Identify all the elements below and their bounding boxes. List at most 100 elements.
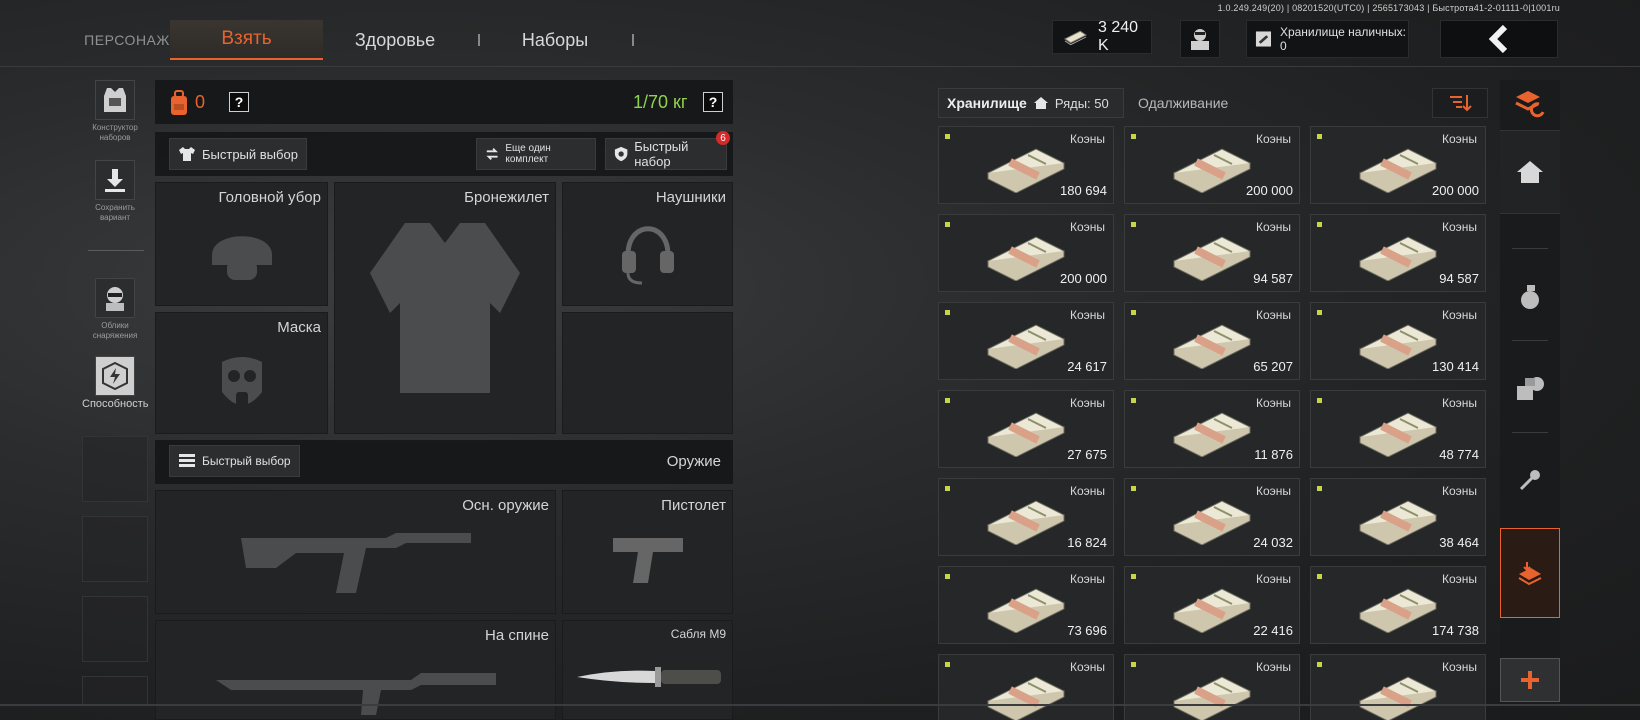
category-home[interactable]: [1500, 130, 1560, 214]
storage-item[interactable]: Коэны 38 464: [1310, 478, 1486, 556]
cash-bundle-icon: [986, 676, 1066, 720]
quick-select-button[interactable]: Быстрый выбор: [169, 138, 307, 170]
tab-take[interactable]: Взять: [170, 20, 323, 60]
storage-item[interactable]: Коэны: [1124, 654, 1300, 720]
empty-slot[interactable]: [82, 596, 148, 662]
tab-separator: [632, 34, 634, 46]
slot-pistol[interactable]: Пистолет: [562, 490, 733, 614]
storage-item[interactable]: Коэны 174 738: [1310, 566, 1486, 644]
storage-item[interactable]: Коэны 180 694: [938, 126, 1114, 204]
storage-item[interactable]: Коэны 200 000: [1124, 126, 1300, 204]
shirt-icon: [179, 147, 195, 161]
add-category-button[interactable]: [1500, 658, 1560, 702]
storage-item[interactable]: Коэны 200 000: [938, 214, 1114, 292]
quick-set-badge: 6: [716, 131, 730, 145]
save-variant-tool[interactable]: Сохранить вариант: [82, 160, 148, 223]
sort-button[interactable]: [1432, 88, 1488, 118]
storage-item[interactable]: Коэны 94 587: [1124, 214, 1300, 292]
operator-icon: [1191, 29, 1209, 50]
empty-slot[interactable]: [82, 676, 148, 706]
empty-slot[interactable]: [82, 516, 148, 582]
help-button[interactable]: ?: [229, 92, 249, 112]
cash-storage-label: Хранилище наличных: 0: [1279, 25, 1406, 53]
item-name: Коэны: [1441, 572, 1477, 586]
slot-back-label: На спине: [485, 627, 549, 644]
weight-help-button[interactable]: ?: [703, 92, 723, 112]
weapons-toolbar: Быстрый выбор Оружие: [155, 440, 733, 484]
tab-health[interactable]: Здоровье: [345, 20, 445, 60]
storage-item[interactable]: Коэны 130 414: [1310, 302, 1486, 380]
armor-toolbar: Быстрый выбор Еще один комплект Быстрый …: [155, 131, 733, 176]
slot-headwear[interactable]: Головной убор: [155, 182, 328, 306]
money-amount: 3 240 K: [1097, 19, 1139, 54]
quick-set-button[interactable]: Быстрый набор 6: [605, 131, 730, 170]
storage-item[interactable]: Коэны 16 824: [938, 478, 1114, 556]
storage-item[interactable]: Коэны 48 774: [1310, 390, 1486, 468]
category-keys[interactable]: [1500, 452, 1560, 508]
storage-item[interactable]: Коэны 94 587: [1310, 214, 1486, 292]
empty-slot[interactable]: [82, 436, 148, 502]
item-status-dot: [1131, 398, 1136, 403]
wallet-icon: [1255, 31, 1272, 47]
slot-mask[interactable]: Маска: [155, 312, 328, 434]
item-name: Коэны: [1255, 132, 1291, 146]
storage-item[interactable]: Коэны 24 617: [938, 302, 1114, 380]
storage-item[interactable]: Коэны: [1310, 654, 1486, 720]
weapon-quick-select-button[interactable]: Быстрый выбор: [169, 445, 300, 477]
item-name: Коэны: [1069, 308, 1105, 322]
game-screen: 1.0.249.249(20) | 08201520(UTC0) | 25651…: [0, 0, 1640, 720]
slot-headwear-label: Головной убор: [218, 189, 321, 206]
save-variant-label: Сохранить вариант: [95, 203, 135, 222]
loadout-header: 0 ? 1/70 кг ?: [155, 80, 733, 124]
item-name: Коэны: [1255, 572, 1291, 586]
item-name: Коэны: [1441, 484, 1477, 498]
set-builder-tool[interactable]: Конструктор наборов: [82, 80, 148, 143]
tab-sets[interactable]: Наборы: [515, 20, 595, 60]
cash-bundle-icon: [986, 324, 1066, 369]
storage-item[interactable]: Коэны: [938, 654, 1114, 720]
slot-armor[interactable]: Бронежилет: [334, 182, 556, 434]
category-grenades[interactable]: [1500, 268, 1560, 324]
storage-item[interactable]: Коэны 24 032: [1124, 478, 1300, 556]
weapon-quick-select-label: Быстрый выбор: [202, 454, 291, 468]
slot-armor-label: Бронежилет: [464, 189, 549, 206]
download-icon: [95, 160, 135, 200]
rifle-icon: [215, 672, 496, 715]
item-name: Коэны: [1069, 220, 1105, 234]
tab-borrow[interactable]: Одалживание: [1130, 88, 1250, 118]
ability-tool[interactable]: Способность: [82, 356, 149, 410]
storage-item[interactable]: Коэны 200 000: [1310, 126, 1486, 204]
storage-item[interactable]: Коэны 73 696: [938, 566, 1114, 644]
slot-empty-extra[interactable]: [562, 312, 733, 434]
category-separator: [1512, 248, 1548, 249]
storage-item[interactable]: Коэны 65 207: [1124, 302, 1300, 380]
another-set-button[interactable]: Еще один комплект: [476, 138, 596, 170]
category-all[interactable]: [1500, 80, 1560, 126]
slot-headphones[interactable]: Наушники: [562, 182, 733, 306]
item-status-dot: [1131, 222, 1136, 227]
money-display[interactable]: 3 240 K: [1052, 19, 1152, 54]
item-amount: 130 414: [1432, 359, 1479, 374]
item-amount: 38 464: [1439, 535, 1479, 550]
cash-storage-button[interactable]: Хранилище наличных: 0: [1246, 20, 1409, 58]
gear-skins-tool[interactable]: Облики снаряжения: [82, 278, 148, 341]
cash-bundle-icon: [1172, 588, 1252, 633]
slot-primary-weapon[interactable]: Осн. оружие: [155, 490, 556, 614]
storage-item[interactable]: Коэны 11 876: [1124, 390, 1300, 468]
profile-button[interactable]: [1180, 20, 1220, 58]
category-supplies[interactable]: [1500, 360, 1560, 416]
item-amount: 65 207: [1253, 359, 1293, 374]
item-status-dot: [1317, 310, 1322, 315]
back-button[interactable]: [1440, 20, 1558, 58]
storage-item[interactable]: Коэны 22 416: [1124, 566, 1300, 644]
tab-character[interactable]: ПЕРСОНАЖ: [82, 20, 172, 60]
item-status-dot: [1317, 662, 1322, 667]
tab-separator: [478, 34, 480, 46]
quick-set-label: Быстрый набор: [634, 139, 689, 169]
cash-bundle-icon: [986, 588, 1066, 633]
category-money[interactable]: [1500, 528, 1560, 618]
item-name: Коэны: [1441, 396, 1477, 410]
storage-item[interactable]: Коэны 27 675: [938, 390, 1114, 468]
tab-storage[interactable]: Хранилище Ряды: 50: [938, 88, 1124, 118]
item-status-dot: [945, 574, 950, 579]
